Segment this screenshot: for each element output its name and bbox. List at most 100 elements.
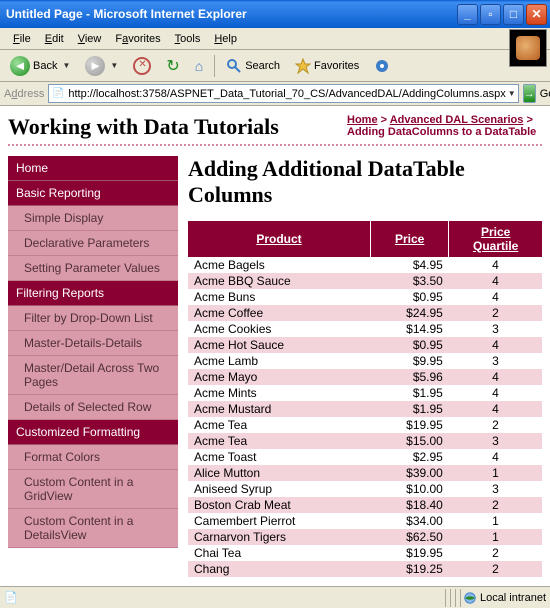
go-button[interactable]: → bbox=[523, 84, 536, 103]
search-button[interactable]: Search bbox=[220, 54, 286, 78]
browser-throbber bbox=[509, 29, 547, 67]
go-label: Go bbox=[540, 88, 550, 100]
table-cell: Acme Mints bbox=[188, 385, 370, 401]
breadcrumb-home[interactable]: Home bbox=[347, 114, 378, 126]
back-button[interactable]: ◄ Back ▼ bbox=[4, 52, 76, 80]
table-row: Acme Toast$2.954 bbox=[188, 449, 542, 465]
sidebar-item[interactable]: Custom Content in a GridView bbox=[8, 470, 178, 509]
close-button[interactable]: ✕ bbox=[526, 4, 547, 25]
back-icon: ◄ bbox=[10, 56, 30, 76]
site-title: Working with Data Tutorials bbox=[8, 114, 279, 140]
table-cell: 4 bbox=[449, 369, 542, 385]
sidebar-heading[interactable]: Filtering Reports bbox=[8, 281, 178, 306]
table-row: Acme Tea$15.003 bbox=[188, 433, 542, 449]
refresh-button[interactable]: ↻ bbox=[160, 52, 185, 80]
minimize-button[interactable]: _ bbox=[457, 4, 478, 25]
media-icon bbox=[374, 58, 390, 74]
table-cell: Acme Tea bbox=[188, 417, 370, 433]
home-icon: ⌂ bbox=[195, 58, 203, 74]
menu-tools[interactable]: Tools bbox=[168, 31, 208, 47]
column-header[interactable]: PriceQuartile bbox=[449, 221, 542, 257]
address-input[interactable]: 📄 http://localhost:3758/ASPNET_Data_Tuto… bbox=[48, 84, 518, 103]
home-button[interactable]: ⌂ bbox=[189, 54, 209, 78]
media-button[interactable] bbox=[368, 54, 396, 78]
favorites-button[interactable]: Favorites bbox=[289, 54, 365, 78]
status-bar: 📄 Local intranet bbox=[0, 586, 550, 608]
table-cell: $1.95 bbox=[370, 401, 448, 417]
table-row: Acme Mints$1.954 bbox=[188, 385, 542, 401]
toolbar: ◄ Back ▼ ► ▼ ↻ ⌂ Search Favorites bbox=[0, 50, 550, 82]
data-table: ProductPricePriceQuartile Acme Bagels$4.… bbox=[188, 221, 542, 577]
address-bar: Address 📄 http://localhost:3758/ASPNET_D… bbox=[0, 82, 550, 106]
table-cell: $3.50 bbox=[370, 273, 448, 289]
table-cell: Acme Bagels bbox=[188, 257, 370, 273]
menu-favorites[interactable]: Favorites bbox=[108, 31, 167, 47]
column-header[interactable]: Price bbox=[370, 221, 448, 257]
forward-icon: ► bbox=[85, 56, 105, 76]
table-cell: $19.95 bbox=[370, 417, 448, 433]
sidebar-item[interactable]: Format Colors bbox=[8, 445, 178, 470]
done-icon: 📄 bbox=[4, 591, 18, 604]
table-cell: $19.25 bbox=[370, 561, 448, 577]
search-label: Search bbox=[245, 60, 280, 72]
table-row: Alice Mutton$39.001 bbox=[188, 465, 542, 481]
sidebar-item[interactable]: Declarative Parameters bbox=[8, 231, 178, 256]
sidebar-item[interactable]: Details of Selected Row bbox=[8, 395, 178, 420]
sidebar-item[interactable]: Filter by Drop-Down List bbox=[8, 306, 178, 331]
zone-icon bbox=[463, 591, 477, 605]
table-cell: 4 bbox=[449, 289, 542, 305]
table-row: Acme Coffee$24.952 bbox=[188, 305, 542, 321]
table-cell: Aniseed Syrup bbox=[188, 481, 370, 497]
chevron-down-icon: ▼ bbox=[62, 61, 70, 70]
column-header[interactable]: Product bbox=[188, 221, 370, 257]
restore-button[interactable]: ▫ bbox=[480, 4, 501, 25]
status-separator bbox=[445, 589, 446, 607]
table-row: Chang$19.252 bbox=[188, 561, 542, 577]
table-cell: $24.95 bbox=[370, 305, 448, 321]
sidebar-item[interactable]: Custom Content in a DetailsView bbox=[8, 509, 178, 548]
sidebar-item[interactable]: Setting Parameter Values bbox=[8, 256, 178, 281]
menu-file[interactable]: File bbox=[6, 31, 38, 47]
table-cell: 4 bbox=[449, 257, 542, 273]
page-heading: Adding Additional DataTable Columns bbox=[188, 156, 542, 209]
table-cell: $14.95 bbox=[370, 321, 448, 337]
chevron-down-icon[interactable]: ▼ bbox=[508, 89, 516, 98]
table-cell: Acme Hot Sauce bbox=[188, 337, 370, 353]
table-cell: 2 bbox=[449, 417, 542, 433]
menu-edit[interactable]: Edit bbox=[38, 31, 71, 47]
table-cell: 1 bbox=[449, 513, 542, 529]
table-cell: Acme Toast bbox=[188, 449, 370, 465]
sidebar-item[interactable]: Simple Display bbox=[8, 206, 178, 231]
table-cell: $4.95 bbox=[370, 257, 448, 273]
table-cell: Acme Coffee bbox=[188, 305, 370, 321]
table-cell: $9.95 bbox=[370, 353, 448, 369]
table-row: Camembert Pierrot$34.001 bbox=[188, 513, 542, 529]
table-cell: 1 bbox=[449, 529, 542, 545]
menu-bar: File Edit View Favorites Tools Help bbox=[0, 28, 550, 50]
sidebar-heading[interactable]: Home bbox=[8, 156, 178, 181]
sidebar-heading[interactable]: Customized Formatting bbox=[8, 420, 178, 445]
table-row: Acme Tea$19.952 bbox=[188, 417, 542, 433]
table-cell: 3 bbox=[449, 433, 542, 449]
table-cell: 3 bbox=[449, 481, 542, 497]
table-row: Acme Mustard$1.954 bbox=[188, 401, 542, 417]
sidebar-heading[interactable]: Basic Reporting bbox=[8, 181, 178, 206]
table-cell: 4 bbox=[449, 273, 542, 289]
stop-button[interactable] bbox=[127, 53, 157, 79]
table-cell: Acme Tea bbox=[188, 433, 370, 449]
table-cell: Boston Crab Meat bbox=[188, 497, 370, 513]
window-title: Untitled Page - Microsoft Internet Explo… bbox=[6, 7, 457, 21]
sidebar-item[interactable]: Master/Detail Across Two Pages bbox=[8, 356, 178, 395]
table-cell: $5.96 bbox=[370, 369, 448, 385]
maximize-button[interactable]: □ bbox=[503, 4, 524, 25]
table-cell: $18.40 bbox=[370, 497, 448, 513]
table-cell: Acme Lamb bbox=[188, 353, 370, 369]
breadcrumb-l1[interactable]: Advanced DAL Scenarios bbox=[390, 114, 524, 126]
forward-button[interactable]: ► ▼ bbox=[79, 52, 124, 80]
menu-view[interactable]: View bbox=[71, 31, 109, 47]
table-row: Acme Lamb$9.953 bbox=[188, 353, 542, 369]
breadcrumb: Home > Advanced DAL Scenarios > Adding D… bbox=[347, 114, 542, 138]
menu-help[interactable]: Help bbox=[207, 31, 244, 47]
table-cell: 2 bbox=[449, 497, 542, 513]
sidebar-item[interactable]: Master-Details-Details bbox=[8, 331, 178, 356]
